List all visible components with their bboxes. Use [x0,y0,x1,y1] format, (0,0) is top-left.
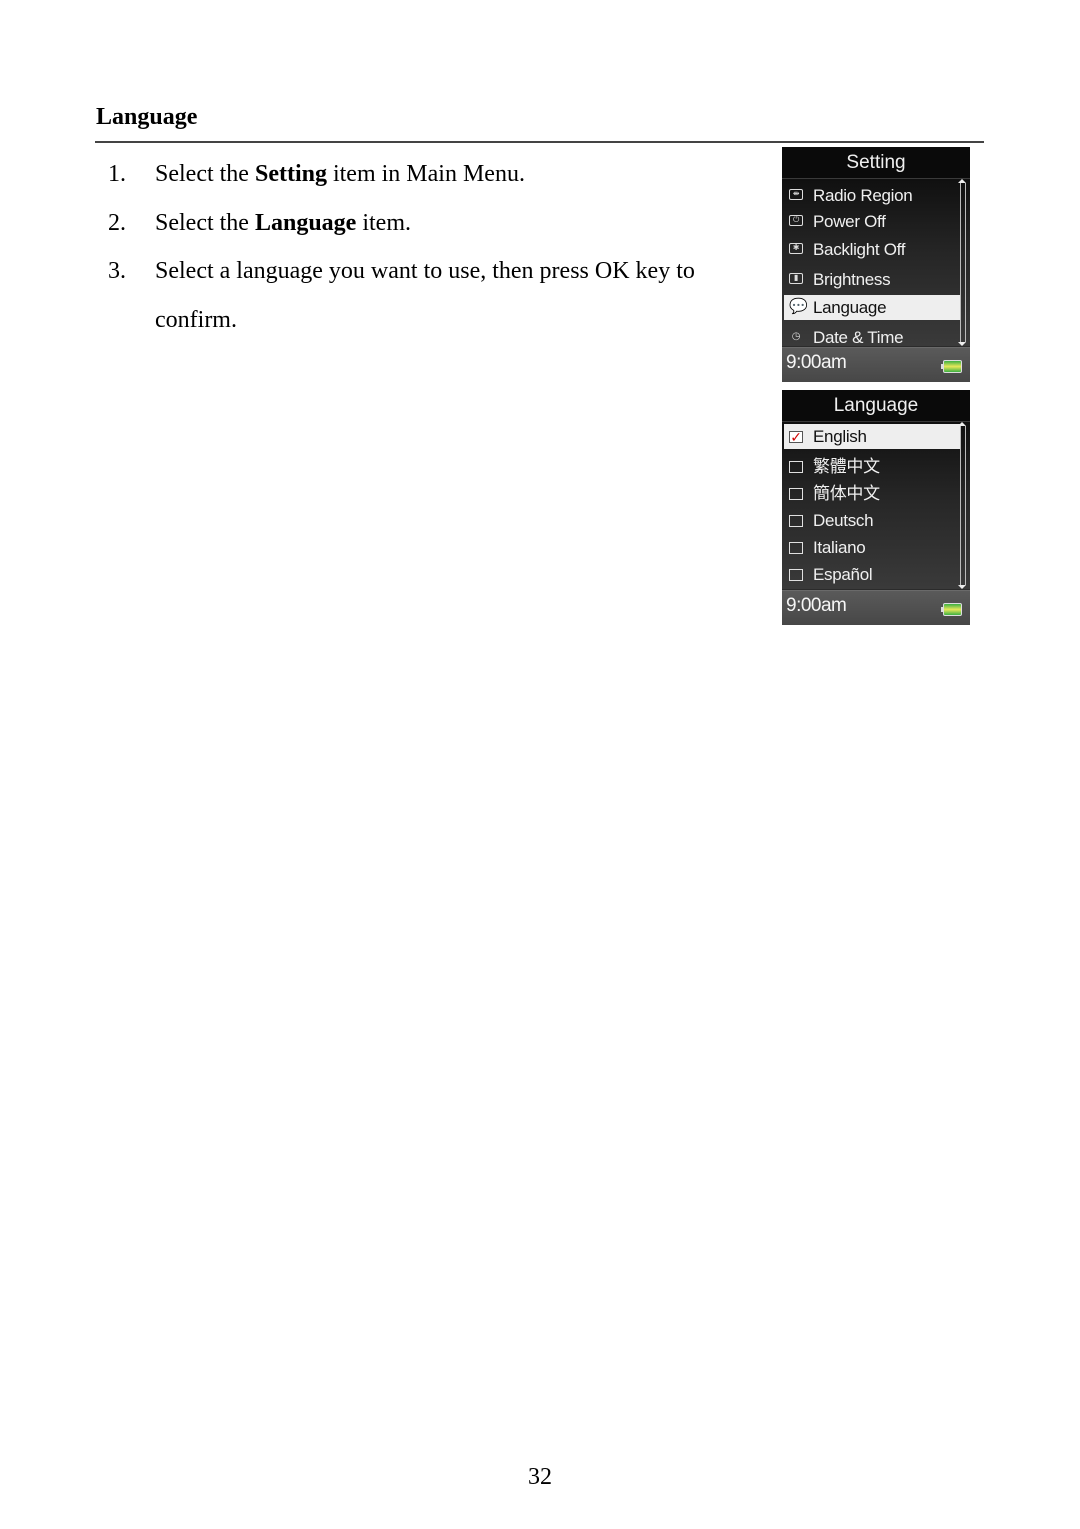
menu-item-label: Brightness [813,270,891,289]
menu-item-brightness[interactable]: ▮ Brightness [784,267,960,292]
scroll-up-arrow-icon[interactable] [958,179,966,183]
menu-item-label: Language [813,298,887,317]
language-bubble-icon: 💬 [789,298,808,315]
backlight-off-icon: ✱ [789,243,803,254]
language-option-english[interactable]: ✓ English [784,424,960,449]
instruction-steps: 1. Select the Setting item in Main Menu.… [108,150,748,344]
menu-item-label: Radio Region [813,186,913,205]
language-option-italiano[interactable]: Italiano [784,535,960,560]
setting-screen: Setting ⇼ Radio Region ⏻ Power Off ✱ Bac… [782,147,970,382]
step-number: 1. [108,161,126,187]
section-title: Language [96,104,198,130]
step-item: 3. Select a language you want to use, th… [108,247,748,344]
radio-region-icon: ⇼ [789,189,803,200]
menu-item-language[interactable]: 💬 Language [784,295,960,320]
step-keyword: Setting [254,161,327,187]
language-label: 簡体中文 [813,484,880,503]
checkbox-icon[interactable] [789,542,803,554]
language-label: Español [813,565,873,584]
status-bar: 9:00am [782,347,970,382]
checkbox-checked-icon[interactable]: ✓ [789,430,803,444]
language-label: English [813,427,867,446]
language-label: 繁體中文 [813,457,880,476]
page-number: 32 [528,1464,552,1490]
scroll-down-arrow-icon[interactable] [958,585,966,589]
scroll-down-arrow-icon[interactable] [958,342,966,346]
language-option-deutsch[interactable]: Deutsch [784,508,960,533]
step-text: Select a language you want to use, then … [155,258,695,333]
checkbox-icon[interactable] [789,461,803,473]
setting-menu: ⇼ Radio Region ⏻ Power Off ✱ Backlight O… [782,179,970,347]
step-text: item in Main Menu. [326,161,525,187]
checkbox-icon[interactable] [789,515,803,527]
section-divider [95,141,984,143]
menu-item-power-off[interactable]: ⏻ Power Off [784,209,960,234]
scrollbar[interactable] [958,179,966,346]
battery-full-icon [941,603,962,616]
checkbox-icon[interactable] [789,488,803,500]
menu-item-label: Power Off [813,212,886,231]
step-text: Select the [155,161,255,187]
language-label: Deutsch [813,511,874,530]
language-option-traditional-chinese[interactable]: 繁體中文 [784,454,960,479]
language-list: ✓ English 繁體中文 簡体中文 Deutsch Italiano Esp… [782,422,970,589]
language-option-espanol[interactable]: Español [784,562,960,587]
brightness-icon: ▮ [789,273,803,284]
language-screen: Language ✓ English 繁體中文 簡体中文 Deutsch Ita… [782,390,970,625]
scrollbar[interactable] [958,422,966,589]
language-option-simplified-chinese[interactable]: 簡体中文 [784,481,960,506]
menu-item-backlight-off[interactable]: ✱ Backlight Off [784,237,960,262]
menu-item-label: Backlight Off [813,240,906,259]
step-keyword: Language [254,209,357,236]
language-label: Italiano [813,538,866,557]
status-bar: 9:00am [782,590,970,625]
screen-title: Setting [782,147,970,179]
step-text: item. [356,209,411,236]
screen-title: Language [782,390,970,422]
clock-time: 9:00am [786,595,847,616]
power-off-icon: ⏻ [789,215,803,226]
checkbox-icon[interactable] [789,569,803,581]
scroll-up-arrow-icon[interactable] [958,422,966,426]
step-number: 3. [108,258,126,284]
step-text: Select the [155,209,255,236]
step-item: 1. Select the Setting item in Main Menu. [108,150,748,199]
battery-full-icon [941,360,962,373]
step-item: 2. Select the Language item. [108,199,748,248]
date-time-icon: ◷ [791,331,801,342]
step-number: 2. [108,209,126,236]
menu-item-radio-region[interactable]: ⇼ Radio Region [784,183,960,208]
clock-time: 9:00am [786,352,847,373]
